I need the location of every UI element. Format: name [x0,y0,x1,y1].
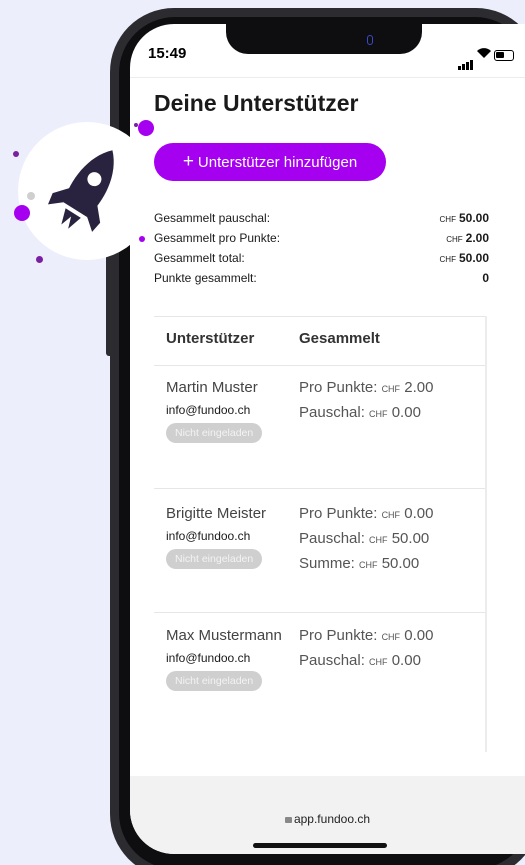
summary-label: Gesammelt pauschal: [154,211,271,225]
decor-dot [27,192,35,200]
battery-icon [494,50,514,61]
rocket-badge [18,122,156,260]
status-badge: Nicht eingeladen [166,671,263,691]
summary-row: Gesammelt pauschal: CHF 50.00 [154,208,489,228]
decor-dot [13,151,19,157]
currency-label: CHF [439,215,456,224]
status-badge: Nicht eingeladen [166,549,263,569]
column-header-collected: Gesammelt [299,330,380,347]
camera-indicator [367,35,373,45]
supporter-name: Max Mustermann [166,627,282,644]
status-badge: Nicht eingeladen [166,423,263,443]
status-time: 15:49 [148,45,187,62]
supporters-table: Unterstützer Gesammelt Martin Muster inf… [154,316,487,752]
column-header-supporter: Unterstützer [166,330,255,347]
url-text: app.fundoo.ch [293,812,371,826]
url-bar[interactable]: app.fundoo.ch [130,812,525,826]
collected-cell: Pro Punkte: CHF 0.00 Pauschal: CHF 50.00… [299,505,434,572]
notch [226,24,422,54]
supporter-email: info@fundoo.ch [166,651,251,665]
summary-label: Gesammelt pro Punkte: [154,231,281,245]
screen: 15:49 Deine Unterstützer + Unterstützer … [130,24,525,854]
decor-dot [138,120,154,136]
table-scroll-edge [485,316,487,752]
summary-value: 50.00 [458,211,489,225]
table-row-supporter[interactable]: Martin Muster info@fundoo.ch Nicht einge… [166,376,284,444]
summary-value: 50.00 [458,251,489,265]
supporter-name: Martin Muster [166,379,258,396]
add-supporter-label: Unterstützer hinzufügen [197,153,358,171]
summary-row: Gesammelt pro Punkte: CHF 2.00 [154,228,489,248]
rocket-icon [47,150,114,232]
currency-label: CHF [446,235,463,244]
table-row-supporter[interactable]: Brigitte Meister info@fundoo.ch Nicht ei… [166,502,284,570]
add-supporter-button[interactable]: + Unterstützer hinzufügen [154,143,386,181]
table-row-supporter[interactable]: Max Mustermann info@fundoo.ch Nicht eing… [166,624,284,692]
summary-row: Gesammelt total: CHF 50.00 [154,248,489,268]
supporter-name: Brigitte Meister [166,505,267,522]
decor-dot [36,256,43,263]
signal-icon [458,52,474,70]
summary-label: Punkte gesammelt: [154,271,257,285]
lock-icon [284,817,292,823]
summary-value: 0 [482,271,489,285]
page-title: Deine Unterstützer [154,90,359,116]
decor-dot [134,123,138,127]
home-indicator[interactable] [253,843,387,848]
summary-value: 2.00 [465,231,489,245]
wifi-icon [476,46,492,62]
collected-cell: Pro Punkte: CHF 0.00 Pauschal: CHF 0.00 [299,627,434,669]
supporter-email: info@fundoo.ch [166,529,251,543]
summary-row: Punkte gesammelt: 0 [154,268,489,288]
decor-dot [139,236,145,242]
decor-dot [14,205,30,221]
summary-label: Gesammelt total: [154,251,245,265]
status-bar: 15:49 [130,24,525,79]
currency-label: CHF [439,255,456,264]
collected-cell: Pro Punkte: CHF 2.00 Pauschal: CHF 0.00 [299,379,434,421]
volume-down-button [106,296,112,356]
summary-list: Gesammelt pauschal: CHF 50.00 Gesammelt p… [154,208,489,288]
supporter-email: info@fundoo.ch [166,403,251,417]
plus-icon: + [182,151,194,172]
